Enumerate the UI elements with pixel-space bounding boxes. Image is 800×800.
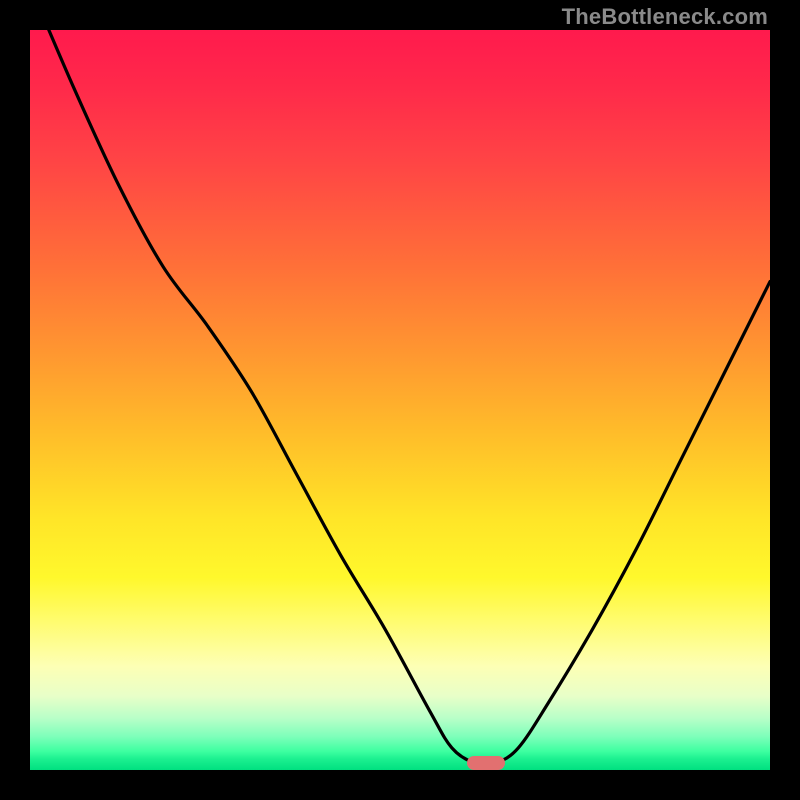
watermark-text: TheBottleneck.com [562, 4, 768, 30]
bottleneck-curve [30, 30, 770, 764]
chart-frame: TheBottleneck.com [0, 0, 800, 800]
plot-area [30, 30, 770, 770]
curve-layer [30, 30, 770, 770]
optimum-marker [467, 756, 505, 770]
